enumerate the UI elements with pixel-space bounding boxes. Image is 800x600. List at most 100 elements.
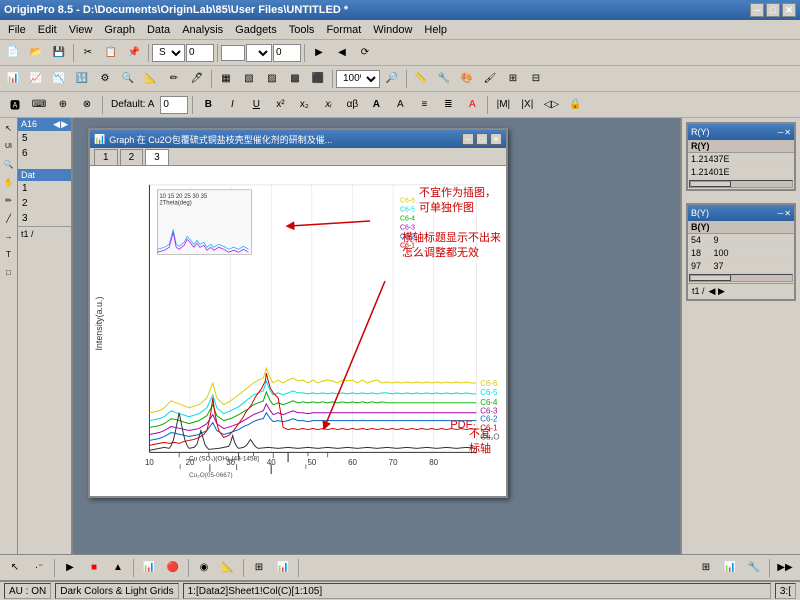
project-item-5[interactable]: 5 bbox=[18, 131, 71, 146]
bottom-btn8[interactable]: ◉ bbox=[193, 557, 215, 579]
style-select[interactable]: S bbox=[152, 44, 185, 62]
minimize-button[interactable]: ─ bbox=[750, 3, 764, 17]
tb2-btn16[interactable]: 🔧 bbox=[433, 68, 455, 90]
text-special3[interactable]: ◁▷ bbox=[540, 94, 562, 116]
menu-tools[interactable]: Tools bbox=[283, 22, 321, 38]
zoom-select[interactable]: 100% bbox=[336, 70, 380, 88]
size-input[interactable] bbox=[186, 44, 214, 62]
copy-button[interactable]: 📋 bbox=[100, 42, 122, 64]
text-special4[interactable]: 🔒 bbox=[564, 94, 586, 116]
bottom-btn1[interactable]: ↖ bbox=[4, 557, 26, 579]
by-close[interactable]: ✕ bbox=[784, 209, 791, 218]
bottom-btn6[interactable]: 📊 bbox=[138, 557, 160, 579]
fontB-button[interactable]: Α bbox=[389, 94, 411, 116]
text-btn4[interactable]: ⊗ bbox=[76, 94, 98, 116]
close-button[interactable]: ✕ bbox=[782, 3, 796, 17]
maximize-button[interactable]: □ bbox=[766, 3, 780, 17]
tool-select[interactable]: ↖ bbox=[1, 120, 17, 136]
menu-data[interactable]: Data bbox=[141, 22, 176, 38]
tool-arrow[interactable]: → bbox=[1, 228, 17, 244]
menu-graph[interactable]: Graph bbox=[98, 22, 141, 38]
underline-button[interactable]: U bbox=[245, 94, 267, 116]
panel-nav-left[interactable]: ◀ bbox=[53, 119, 60, 130]
tb2-btn15[interactable]: 📏 bbox=[410, 68, 432, 90]
by-minimize[interactable]: ─ bbox=[778, 209, 784, 218]
menu-analysis[interactable]: Analysis bbox=[176, 22, 229, 38]
font-size-input[interactable] bbox=[160, 96, 188, 114]
tb2-btn1[interactable]: 📊 bbox=[2, 68, 24, 90]
graph-maximize-button[interactable]: □ bbox=[476, 133, 488, 145]
tb2-btn13[interactable]: ▩ bbox=[284, 68, 306, 90]
by-row-3[interactable]: 97 37 bbox=[688, 260, 794, 273]
color-box[interactable] bbox=[221, 45, 245, 61]
tool-pan[interactable]: ✋ bbox=[1, 174, 17, 190]
text-special2[interactable]: |X| bbox=[516, 94, 538, 116]
tool-rect[interactable]: □ bbox=[1, 264, 17, 280]
data-row-2[interactable]: 2 bbox=[18, 196, 71, 211]
n-select[interactable]: N bbox=[246, 44, 272, 62]
bottom-btn11[interactable]: 📊 bbox=[272, 557, 294, 579]
project-item-6[interactable]: 6 bbox=[18, 146, 71, 161]
tb2-btn6[interactable]: 🔍 bbox=[117, 68, 139, 90]
tool-ui[interactable]: UI bbox=[1, 138, 17, 154]
tb2-btn4[interactable]: 🔢 bbox=[71, 68, 93, 90]
align-button[interactable]: ≡ bbox=[413, 94, 435, 116]
paste-button[interactable]: 📌 bbox=[123, 42, 145, 64]
bottom-btn9[interactable]: 📐 bbox=[217, 557, 239, 579]
bottom-btn2[interactable]: ·⁻ bbox=[28, 557, 50, 579]
data-row-3[interactable]: 3 bbox=[18, 211, 71, 226]
bottom-btn10[interactable]: ⊞ bbox=[248, 557, 270, 579]
italic2-button[interactable]: xᵢ bbox=[317, 94, 339, 116]
fontA-button[interactable]: A bbox=[365, 94, 387, 116]
tool-draw[interactable]: ✏ bbox=[1, 192, 17, 208]
bold-button[interactable]: B bbox=[197, 94, 219, 116]
data-row-1[interactable]: 1 bbox=[18, 181, 71, 196]
bottom-btn14[interactable]: 🔧 bbox=[743, 557, 765, 579]
graph-tab-3[interactable]: 3 bbox=[145, 149, 169, 165]
cut-button[interactable]: ✂ bbox=[77, 42, 99, 64]
by-row-2[interactable]: 18 100 bbox=[688, 247, 794, 260]
bottom-btn13[interactable]: 📊 bbox=[719, 557, 741, 579]
italic-button[interactable]: I bbox=[221, 94, 243, 116]
new-button[interactable]: 📄 bbox=[2, 42, 24, 64]
subscript-button[interactable]: x₂ bbox=[293, 94, 315, 116]
ry-row-2[interactable]: 1.21401E bbox=[688, 166, 794, 179]
tb2-btn3[interactable]: 📉 bbox=[48, 68, 70, 90]
bottom-btn12[interactable]: ⊞ bbox=[695, 557, 717, 579]
lines-button[interactable]: ≣ bbox=[437, 94, 459, 116]
n-input[interactable] bbox=[273, 44, 301, 62]
menu-edit[interactable]: Edit bbox=[32, 22, 63, 38]
by-tab-t1[interactable]: t1 / bbox=[692, 286, 705, 297]
open-button[interactable]: 📂 bbox=[25, 42, 47, 64]
tb-btn-b[interactable]: ◀ bbox=[331, 42, 353, 64]
tb2-btn8[interactable]: ✏ bbox=[163, 68, 185, 90]
by-row-1[interactable]: 54 9 bbox=[688, 234, 794, 247]
tb2-btn5[interactable]: ⚙ bbox=[94, 68, 116, 90]
data-tab[interactable]: t1 / bbox=[18, 226, 71, 241]
menu-format[interactable]: Format bbox=[320, 22, 367, 38]
tb2-btn14[interactable]: ⬛ bbox=[307, 68, 329, 90]
menu-file[interactable]: File bbox=[2, 22, 32, 38]
tb2-btn11[interactable]: ▧ bbox=[238, 68, 260, 90]
tool-text[interactable]: T bbox=[1, 246, 17, 262]
panel-nav-right[interactable]: ▶ bbox=[61, 119, 68, 130]
text-btn1[interactable]: 🅰 bbox=[4, 94, 26, 116]
bottom-btn15[interactable]: ▶▶ bbox=[774, 557, 796, 579]
tb2-btn20[interactable]: ⊟ bbox=[525, 68, 547, 90]
ry-scrollbar[interactable] bbox=[689, 180, 793, 188]
bottom-btn3[interactable]: ▶ bbox=[59, 557, 81, 579]
alpha-button[interactable]: αβ bbox=[341, 94, 363, 116]
ry-close[interactable]: ✕ bbox=[784, 128, 791, 137]
ry-row-1[interactable]: 1.21437E bbox=[688, 153, 794, 166]
menu-view[interactable]: View bbox=[63, 22, 99, 38]
bottom-btn7[interactable]: 🔴 bbox=[162, 557, 184, 579]
tb2-zoom-in[interactable]: 🔎 bbox=[381, 68, 403, 90]
tb2-btn17[interactable]: 🎨 bbox=[456, 68, 478, 90]
graph-tab-1[interactable]: 1 bbox=[94, 149, 118, 165]
graph-tab-2[interactable]: 2 bbox=[120, 149, 144, 165]
tb2-btn12[interactable]: ▨ bbox=[261, 68, 283, 90]
text-btn3[interactable]: ⊕ bbox=[52, 94, 74, 116]
tb2-btn7[interactable]: 📐 bbox=[140, 68, 162, 90]
text-btn2[interactable]: ⌨ bbox=[28, 94, 50, 116]
ry-minimize[interactable]: ─ bbox=[778, 128, 784, 137]
